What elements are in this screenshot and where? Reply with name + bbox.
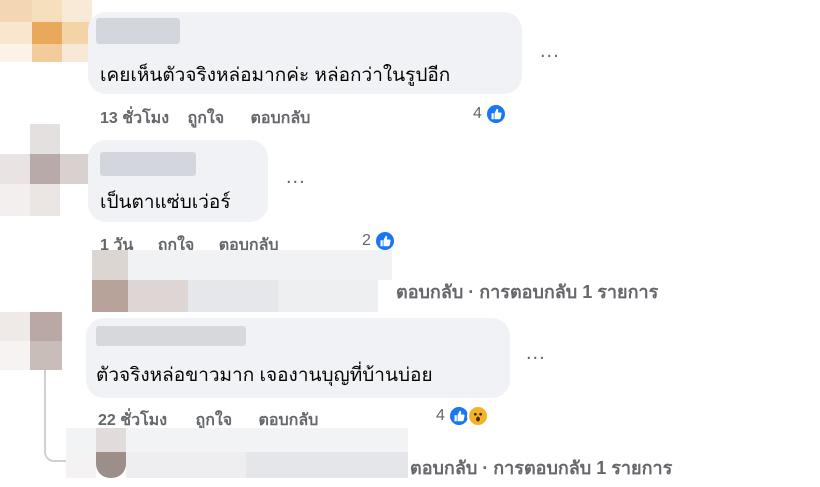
comment-actions: 13 ชั่วโมง ถูกใจ ตอบกลับ — [100, 106, 310, 131]
reaction-count: 4 — [436, 407, 445, 424]
more-options-button[interactable]: ... — [540, 40, 560, 63]
comment-text: เป็นตาแซ่บเว่อร์ — [100, 192, 231, 213]
like-icon — [373, 230, 396, 252]
reaction-count: 4 — [473, 105, 482, 122]
reaction-summary[interactable]: 2 — [362, 230, 396, 252]
comment-text: ตัวจริงหล่อขาวมาก เจองานบุญที่บ้านบ่อย — [96, 365, 433, 386]
comment-text: เคยเห็นตัวจริงหล่อมากค่ะ หล่อกว่าในรูปอี… — [100, 65, 451, 86]
avatar[interactable] — [0, 0, 92, 62]
reaction-summary[interactable]: 4 — [473, 103, 507, 125]
more-options-button[interactable]: ... — [286, 166, 306, 189]
avatar[interactable] — [0, 124, 90, 216]
comment-timestamp[interactable]: 13 ชั่วโมง — [100, 106, 169, 131]
commenter-name[interactable] — [96, 18, 180, 44]
avatar[interactable] — [0, 312, 62, 370]
reaction-summary[interactable]: 4 — [436, 405, 489, 427]
commenter-name[interactable] — [100, 152, 196, 176]
reaction-count: 2 — [362, 232, 371, 249]
more-options-button[interactable]: ... — [526, 342, 546, 365]
view-replies-link[interactable]: ตอบกลับ · การตอบกลับ 1 รายการ — [410, 453, 672, 482]
view-replies-link[interactable]: ตอบกลับ · การตอบกลับ 1 รายการ — [396, 277, 658, 306]
commenter-name[interactable] — [96, 326, 246, 346]
like-button[interactable]: ถูกใจ — [188, 106, 225, 131]
wow-icon — [466, 405, 489, 427]
reply-preview-blur — [66, 428, 408, 478]
like-icon — [484, 103, 507, 125]
reply-preview-blur — [92, 250, 392, 312]
reply-button[interactable]: ตอบกลับ — [251, 106, 311, 131]
